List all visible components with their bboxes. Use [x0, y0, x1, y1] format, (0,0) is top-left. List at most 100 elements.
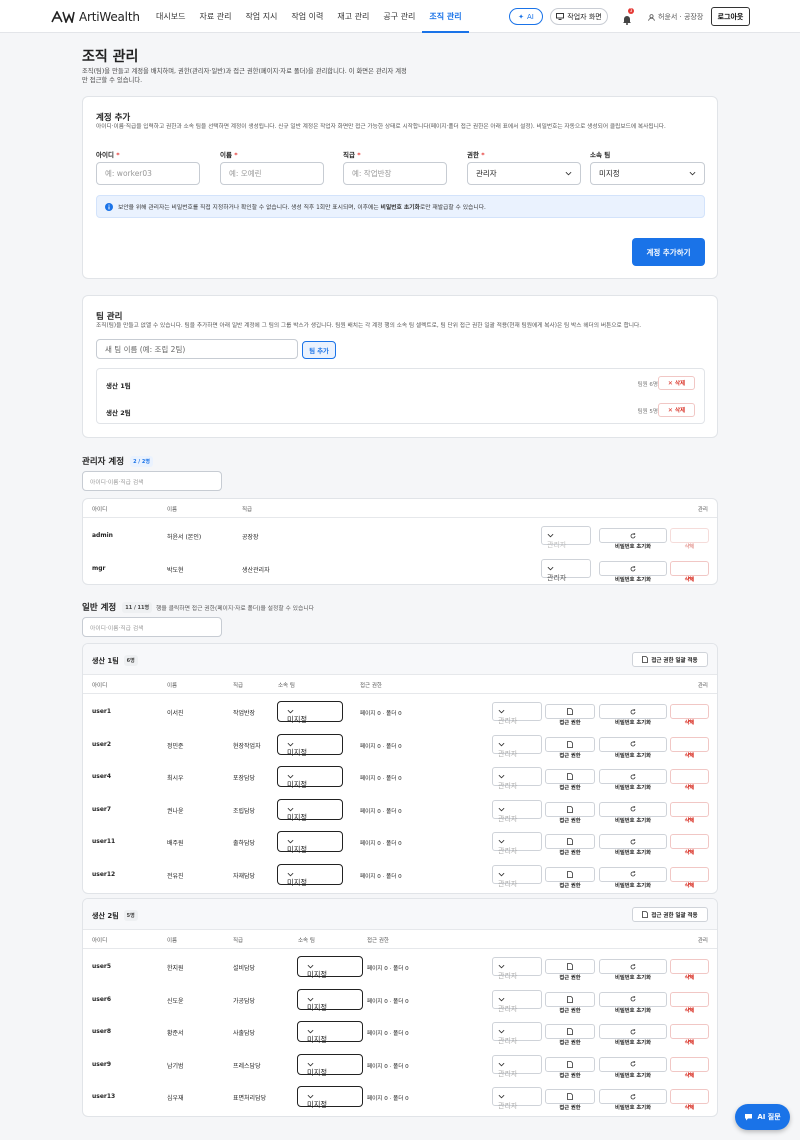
reset-password-button[interactable]: 비밀번호 초기화 — [599, 959, 667, 981]
delete-account-button[interactable]: ✕ 삭제 — [670, 561, 709, 583]
table-row[interactable]: admin 허윤서 (본인) 공장장 관리자 비밀번호 초기화 ✕ 삭제 — [83, 519, 717, 552]
access-permission-button[interactable]: 접근 권한 — [545, 1024, 595, 1046]
table-row[interactable]: user7 권나윤 조립담당 미지정 페이지 0 · 폴더 0 관리자 접근 권한 비밀번호 … — [83, 793, 717, 826]
role-select[interactable]: 관리자 — [492, 799, 542, 823]
role-select[interactable]: 관리자 — [492, 1087, 542, 1110]
team-select[interactable]: 미지정 — [277, 863, 343, 887]
access-permission-button[interactable]: 접근 권한 — [545, 704, 595, 726]
access-permission-button[interactable]: 접근 권한 — [545, 834, 595, 856]
delete-account-button[interactable]: ✕ 삭제 — [670, 1089, 709, 1111]
reset-password-button[interactable]: 비밀번호 초기화 — [599, 704, 667, 726]
access-permission-button[interactable]: 접근 권한 — [545, 1089, 595, 1111]
table-row[interactable]: user5 한지원 설비담당 미지정 페이지 0 · 폴더 0 관리자 접근 권한 비밀번호 … — [83, 950, 717, 983]
role-select[interactable]: 관리자 — [492, 702, 542, 725]
team-select[interactable]: 미지정 — [277, 831, 343, 854]
team-select[interactable]: 미지정 — [277, 766, 343, 789]
reset-password-button[interactable]: 비밀번호 초기화 — [599, 1056, 667, 1079]
team-select[interactable]: 미지정 — [277, 798, 343, 822]
table-row[interactable]: user11 배주원 출하담당 미지정 페이지 0 · 폴더 0 관리자 접근 권한 비밀번호… — [83, 825, 717, 858]
table-row[interactable]: user13 심우재 표면처리담당 미지정 페이지 0 · 폴더 0 관리자 접근 권한 비밀… — [83, 1080, 717, 1113]
table-row[interactable]: user4 최시우 포장담당 미지정 페이지 0 · 폴더 0 관리자 접근 권한 비밀번호 … — [83, 760, 717, 793]
delete-account-button[interactable]: ✕ 삭제 — [670, 736, 709, 759]
role-select[interactable]: 관리자 — [492, 1054, 542, 1078]
role-select[interactable]: 관리자 — [492, 832, 542, 855]
reset-password-button[interactable]: 비밀번호 초기화 — [599, 528, 667, 550]
nav-item-2[interactable]: 작업 지시 — [238, 0, 284, 33]
name-input[interactable]: 예: 오예린 — [220, 162, 324, 185]
role-select[interactable]: 관리자 — [492, 957, 542, 980]
nav-item-0[interactable]: 대시보드 — [149, 0, 192, 33]
team-select[interactable]: 미지정 — [590, 162, 705, 185]
logo[interactable]: ArtiWealth — [51, 10, 140, 24]
logout-button[interactable]: 로그아웃 — [711, 7, 750, 26]
table-row[interactable]: user1 이서진 작업반장 미지정 페이지 0 · 폴더 0 관리자 접근 권한 비밀번호 … — [83, 695, 717, 728]
role-select[interactable]: 관리자 — [492, 864, 542, 888]
delete-team-button[interactable]: ✕ 삭제 — [658, 403, 695, 417]
role-select[interactable]: 관리자 — [541, 559, 591, 582]
role-select[interactable]: 관리자 — [492, 1022, 542, 1045]
team-select[interactable]: 미지정 — [277, 733, 343, 757]
ai-question-button[interactable]: AI 질문 — [735, 1104, 790, 1130]
team-select[interactable]: 미지정 — [297, 956, 363, 979]
delete-account-button[interactable]: ✕ 삭제 — [670, 866, 709, 889]
id-input[interactable]: 예: worker03 — [96, 162, 200, 185]
reset-password-button[interactable]: 비밀번호 초기화 — [599, 561, 667, 583]
access-permission-button[interactable]: 접근 권한 — [545, 959, 595, 981]
nav-item-6[interactable]: 조직 관리 — [422, 0, 469, 33]
table-row[interactable]: user9 남기범 프레스담당 미지정 페이지 0 · 폴더 0 관리자 접근 권한 비밀번호… — [83, 1048, 717, 1081]
team-select[interactable]: 미지정 — [297, 988, 363, 1012]
add-account-button[interactable]: 계정 추가하기 — [632, 238, 705, 266]
new-team-input[interactable]: 새 팀 이름 (예: 조립 2팀) — [96, 339, 298, 359]
delete-account-button[interactable]: ✕ 삭제 — [670, 801, 709, 824]
nav-item-3[interactable]: 작업 이력 — [284, 0, 330, 33]
admin-search-input[interactable]: 아이디·이름·직급 검색 — [82, 471, 222, 491]
delete-account-button[interactable]: ✕ 삭제 — [670, 528, 709, 550]
nav-item-5[interactable]: 공구 관리 — [376, 0, 422, 33]
delete-account-button[interactable]: ✕ 삭제 — [670, 834, 709, 856]
delete-account-button[interactable]: ✕ 삭제 — [670, 1056, 709, 1079]
table-row[interactable]: user2 정민준 현장작업자 미지정 페이지 0 · 폴더 0 관리자 접근 권한 비밀번호… — [83, 728, 717, 761]
team-select[interactable]: 미지정 — [297, 1086, 363, 1109]
access-permission-button[interactable]: 접근 권한 — [545, 801, 595, 824]
access-permission-button[interactable]: 접근 권한 — [545, 991, 595, 1014]
notification-button[interactable]: 3 — [622, 8, 634, 25]
bulk-apply-access-button[interactable]: 접근 권한 일괄 적용 — [632, 907, 708, 922]
ai-button[interactable]: ✦ AI — [509, 8, 543, 25]
access-permission-button[interactable]: 접근 권한 — [545, 1056, 595, 1079]
team-select[interactable]: 미지정 — [297, 1021, 363, 1044]
delete-account-button[interactable]: ✕ 삭제 — [670, 704, 709, 726]
role-select[interactable]: 관리자 — [541, 526, 591, 549]
access-permission-button[interactable]: 접근 권한 — [545, 736, 595, 759]
reset-password-button[interactable]: 비밀번호 초기화 — [599, 991, 667, 1014]
nav-item-1[interactable]: 자료 관리 — [192, 0, 238, 33]
role-select[interactable]: 관리자 — [492, 767, 542, 790]
reset-password-button[interactable]: 비밀번호 초기화 — [599, 736, 667, 759]
worker-screen-button[interactable]: 작업자 화면 — [550, 8, 608, 25]
role-select[interactable]: 관리자 — [467, 162, 581, 185]
team-select[interactable]: 미지정 — [277, 701, 343, 724]
access-permission-button[interactable]: 접근 권한 — [545, 769, 595, 791]
reset-password-button[interactable]: 비밀번호 초기화 — [599, 801, 667, 824]
team-select[interactable]: 미지정 — [297, 1053, 363, 1077]
access-permission-button[interactable]: 접근 권한 — [545, 866, 595, 889]
delete-account-button[interactable]: ✕ 삭제 — [670, 769, 709, 791]
nav-item-4[interactable]: 재고 관리 — [330, 0, 376, 33]
add-team-button[interactable]: 팀 추가 — [302, 341, 336, 359]
delete-team-button[interactable]: ✕ 삭제 — [658, 376, 695, 390]
bulk-apply-access-button[interactable]: 접근 권한 일괄 적용 — [632, 652, 708, 667]
reset-password-button[interactable]: 비밀번호 초기화 — [599, 866, 667, 889]
delete-account-button[interactable]: ✕ 삭제 — [670, 991, 709, 1014]
reset-password-button[interactable]: 비밀번호 초기화 — [599, 1089, 667, 1111]
delete-account-button[interactable]: ✕ 삭제 — [670, 1024, 709, 1046]
table-row[interactable]: user12 전유진 자재담당 미지정 페이지 0 · 폴더 0 관리자 접근 권한 비밀번호… — [83, 858, 717, 891]
reset-password-button[interactable]: 비밀번호 초기화 — [599, 769, 667, 791]
rank-input[interactable]: 예: 작업반장 — [343, 162, 447, 185]
delete-account-button[interactable]: ✕ 삭제 — [670, 959, 709, 981]
general-search-input[interactable]: 아이디·이름·직급 검색 — [82, 617, 222, 637]
table-row[interactable]: user6 신도윤 가공담당 미지정 페이지 0 · 폴더 0 관리자 접근 권한 비밀번호 … — [83, 983, 717, 1016]
role-select[interactable]: 관리자 — [492, 989, 542, 1013]
role-select[interactable]: 관리자 — [492, 734, 542, 758]
reset-password-button[interactable]: 비밀번호 초기화 — [599, 834, 667, 856]
reset-password-button[interactable]: 비밀번호 초기화 — [599, 1024, 667, 1046]
table-row[interactable]: user8 황준서 사출담당 미지정 페이지 0 · 폴더 0 관리자 접근 권한 비밀번호 … — [83, 1015, 717, 1048]
